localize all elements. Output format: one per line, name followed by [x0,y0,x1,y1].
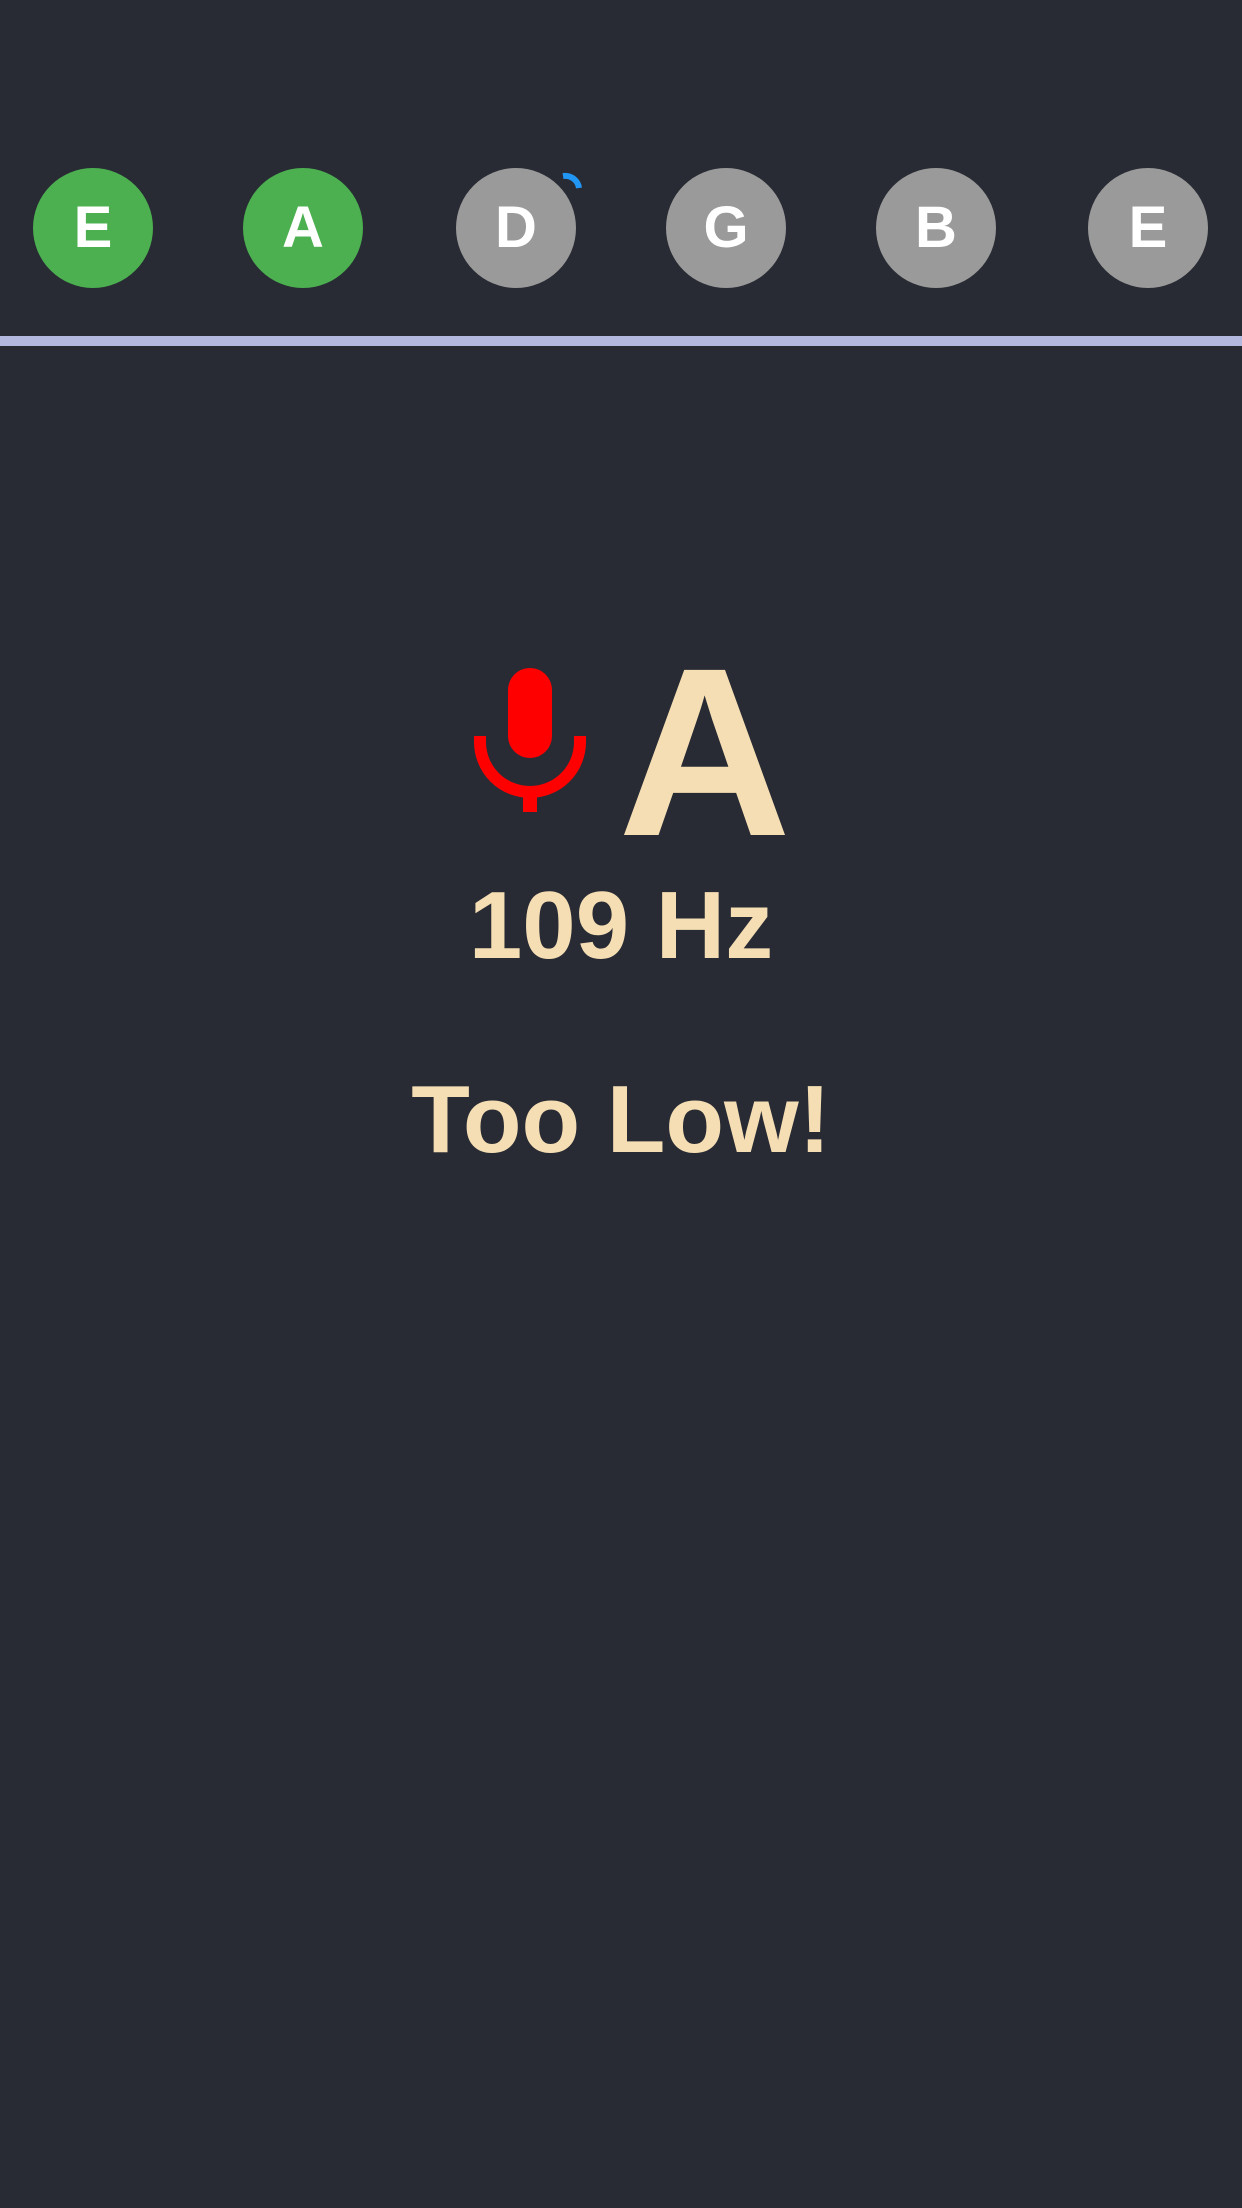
tuning-status: Too Low! [411,1066,831,1173]
frequency-readout: 109 Hz [468,872,774,979]
detected-note: A [618,618,792,886]
divider [0,336,1242,346]
string-button-low-e[interactable]: E [33,168,153,288]
loading-spinner-icon [562,172,582,189]
string-selector-bar: E A D G B E [0,0,1242,336]
string-button-high-e[interactable]: E [1088,168,1208,288]
string-button-b[interactable]: B [876,168,996,288]
string-button-g[interactable]: G [666,168,786,288]
microphone-icon[interactable] [474,664,586,814]
string-button-d[interactable]: D [456,168,576,288]
string-button-a[interactable]: A [243,168,363,288]
